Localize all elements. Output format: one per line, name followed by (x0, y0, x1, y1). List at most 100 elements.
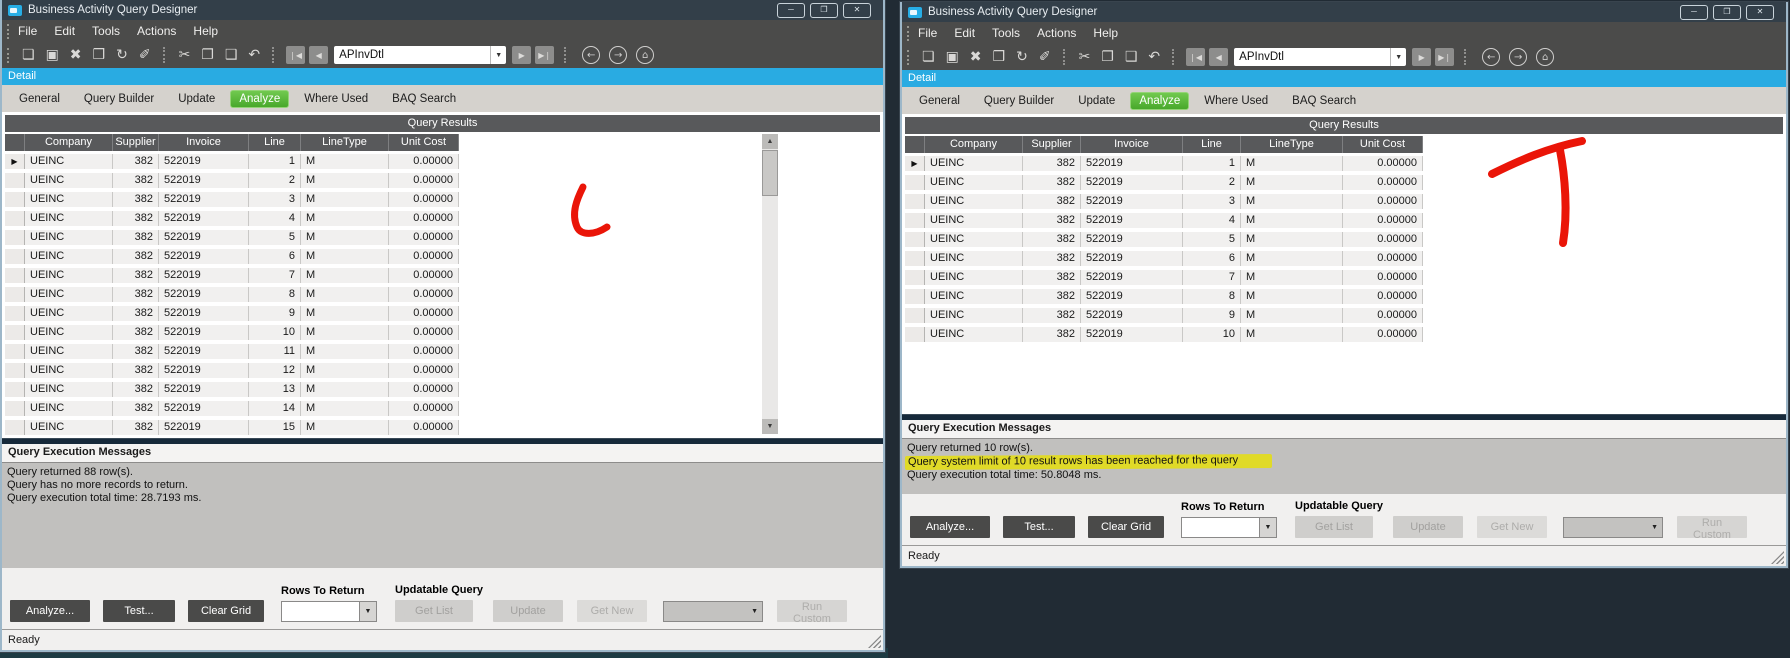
nav-next-icon[interactable]: ▶ (512, 46, 532, 64)
menu-item[interactable]: Edit (954, 26, 975, 40)
maximize-icon[interactable]: ❐ (810, 2, 838, 18)
row-selector-cell[interactable] (5, 211, 25, 226)
column-header[interactable]: Invoice (1081, 136, 1183, 153)
column-header[interactable]: LineType (1241, 136, 1343, 153)
column-header[interactable]: Supplier (1023, 136, 1081, 153)
grid-row[interactable]: UEINC 382 522019 4 M 0.00000 (905, 213, 1423, 228)
invoice-cell[interactable]: 522019 (1081, 270, 1183, 285)
line-cell[interactable]: 13 (249, 382, 301, 397)
chevron-down-icon[interactable]: ▼ (490, 46, 506, 64)
invoice-cell[interactable]: 522019 (159, 344, 249, 359)
invoice-cell[interactable]: 522019 (159, 287, 249, 302)
line-cell[interactable]: 4 (249, 211, 301, 226)
unitcost-cell[interactable]: 0.00000 (1343, 251, 1423, 266)
invoice-cell[interactable]: 522019 (159, 325, 249, 340)
line-cell[interactable]: 7 (249, 268, 301, 283)
tab[interactable]: Where Used (295, 90, 377, 108)
column-header[interactable]: Invoice (159, 134, 249, 151)
supplier-cell[interactable]: 382 (113, 344, 159, 359)
nav-next-icon[interactable]: ▶ (1412, 48, 1432, 66)
row-selector-cell[interactable] (905, 270, 925, 285)
linetype-cell[interactable]: M (301, 249, 389, 264)
line-cell[interactable]: 5 (1183, 232, 1241, 247)
company-cell[interactable]: UEINC (25, 382, 113, 397)
row-selector-cell[interactable] (5, 325, 25, 340)
minimize-icon[interactable]: ─ (1680, 4, 1708, 20)
update-button[interactable]: Update (1393, 516, 1463, 538)
tab[interactable]: Query Builder (75, 90, 163, 108)
supplier-cell[interactable]: 382 (1023, 308, 1081, 323)
grid-row[interactable]: UEINC 382 522019 9 M 0.00000 (5, 306, 459, 321)
row-selector-cell[interactable] (5, 173, 25, 188)
company-cell[interactable]: UEINC (25, 173, 113, 188)
unitcost-cell[interactable]: 0.00000 (1343, 232, 1423, 247)
supplier-cell[interactable]: 382 (113, 363, 159, 378)
linetype-cell[interactable]: M (301, 363, 389, 378)
invoice-cell[interactable]: 522019 (159, 420, 249, 435)
tab[interactable]: Analyze (230, 89, 290, 108)
grid-row[interactable]: UEINC 382 522019 6 M 0.00000 (5, 249, 459, 264)
nav-last-icon[interactable]: ▶❘ (535, 46, 555, 64)
grid-row[interactable]: UEINC 382 522019 4 M 0.00000 (5, 211, 459, 226)
supplier-cell[interactable]: 382 (113, 154, 159, 169)
get-list-button[interactable]: Get List (1295, 516, 1373, 538)
supplier-cell[interactable]: 382 (113, 230, 159, 245)
close-icon[interactable]: ✕ (1746, 4, 1774, 20)
nav-previous-icon[interactable]: ◀ (1209, 48, 1229, 66)
supplier-cell[interactable]: 382 (1023, 327, 1081, 342)
toolbar-icon[interactable]: ✐ (139, 48, 151, 62)
column-header[interactable]: Line (1183, 136, 1241, 153)
supplier-cell[interactable]: 382 (1023, 213, 1081, 228)
toolbar-icon[interactable]: ✂ (179, 48, 191, 62)
circle-icon[interactable]: ← (582, 46, 601, 64)
menu-item[interactable]: File (918, 26, 937, 40)
unitcost-cell[interactable]: 0.00000 (389, 420, 459, 435)
linetype-cell[interactable]: M (1241, 156, 1343, 171)
linetype-cell[interactable]: M (301, 401, 389, 416)
column-header[interactable]: Company (925, 136, 1023, 153)
test-button[interactable]: Test... (103, 600, 175, 622)
menu-item[interactable]: Tools (992, 26, 1020, 40)
column-header[interactable]: Company (25, 134, 113, 151)
supplier-cell[interactable]: 382 (113, 325, 159, 340)
grid-row[interactable]: UEINC 382 522019 3 M 0.00000 (905, 194, 1423, 209)
unitcost-cell[interactable]: 0.00000 (389, 268, 459, 283)
circle-icon[interactable]: ← (1482, 48, 1501, 66)
tab[interactable]: BAQ Search (1283, 92, 1365, 110)
row-selector-cell[interactable] (905, 327, 925, 342)
supplier-cell[interactable]: 382 (1023, 194, 1081, 209)
linetype-cell[interactable]: M (1241, 308, 1343, 323)
grid-row[interactable]: UEINC 382 522019 8 M 0.00000 (5, 287, 459, 302)
custom-action-select[interactable]: ▼ (1563, 516, 1663, 538)
linetype-cell[interactable]: M (1241, 175, 1343, 190)
supplier-cell[interactable]: 382 (1023, 251, 1081, 266)
test-button[interactable]: Test... (1003, 516, 1075, 538)
unitcost-cell[interactable]: 0.00000 (389, 249, 459, 264)
invoice-cell[interactable]: 522019 (1081, 175, 1183, 190)
row-selector-cell[interactable] (5, 268, 25, 283)
company-cell[interactable]: UEINC (25, 154, 113, 169)
linetype-cell[interactable]: M (301, 325, 389, 340)
grid-row[interactable]: UEINC 382 522019 13 M 0.00000 (5, 382, 459, 397)
supplier-cell[interactable]: 382 (1023, 156, 1081, 171)
linetype-cell[interactable]: M (301, 420, 389, 435)
linetype-cell[interactable]: M (301, 192, 389, 207)
company-cell[interactable]: UEINC (925, 308, 1023, 323)
invoice-cell[interactable]: 522019 (159, 306, 249, 321)
linetype-cell[interactable]: M (301, 306, 389, 321)
invoice-cell[interactable]: 522019 (1081, 156, 1183, 171)
chevron-down-icon[interactable]: ▼ (359, 602, 376, 621)
line-cell[interactable]: 10 (1183, 327, 1241, 342)
row-selector-cell[interactable] (905, 232, 925, 247)
unitcost-cell[interactable]: 0.00000 (1343, 194, 1423, 209)
toolbar-icon[interactable]: ❑ (1125, 50, 1138, 64)
toolbar-icon[interactable]: ❏ (922, 50, 935, 64)
company-cell[interactable]: UEINC (25, 211, 113, 226)
menu-item[interactable]: Help (1093, 26, 1118, 40)
invoice-cell[interactable]: 522019 (1081, 308, 1183, 323)
update-button[interactable]: Update (493, 600, 563, 622)
company-cell[interactable]: UEINC (25, 287, 113, 302)
supplier-cell[interactable]: 382 (113, 173, 159, 188)
chevron-down-icon[interactable]: ▼ (1390, 48, 1406, 66)
company-cell[interactable]: UEINC (925, 251, 1023, 266)
